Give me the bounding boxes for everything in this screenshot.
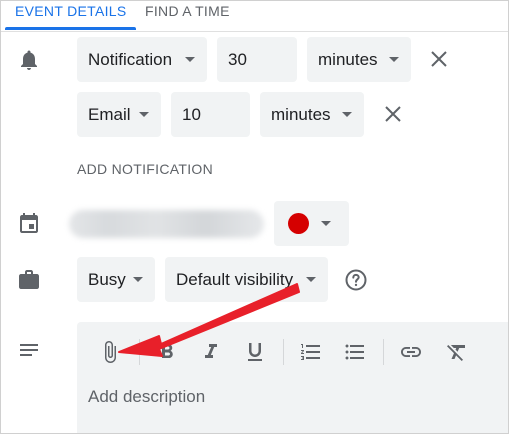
notes-icon [17, 339, 41, 363]
attachment-button[interactable] [98, 340, 122, 364]
notification-unit-value: minutes [318, 49, 378, 69]
description-editor[interactable]: Add description [77, 322, 508, 433]
close-icon [385, 106, 401, 122]
chevron-down-icon [306, 277, 316, 282]
notification-method-select[interactable]: Notification [77, 37, 207, 82]
paperclip-icon [105, 341, 116, 363]
remove-notification-button[interactable] [428, 48, 450, 70]
toolbar-divider [383, 339, 384, 365]
chevron-down-icon [133, 277, 143, 282]
bold-button[interactable] [155, 340, 179, 364]
close-icon [431, 51, 447, 67]
notification-amount-input[interactable]: 30 [217, 37, 297, 82]
description-placeholder[interactable]: Add description [88, 387, 205, 407]
calendar-owner-email-redacted [69, 210, 264, 238]
notification-method-select[interactable]: Email [77, 92, 161, 137]
add-notification-button[interactable]: ADD NOTIFICATION [77, 161, 213, 177]
link-icon [401, 347, 421, 357]
tab-bar: EVENT DETAILS FIND A TIME [1, 1, 508, 32]
help-icon[interactable] [344, 268, 368, 292]
notification-amount-value: 30 [228, 49, 247, 69]
bell-icon [17, 48, 41, 72]
visibility-value: Default visibility [176, 269, 294, 289]
chevron-down-icon [139, 112, 149, 117]
toolbar-divider [139, 339, 140, 365]
active-tab-indicator [5, 27, 136, 30]
chevron-down-icon [321, 221, 331, 226]
bulleted-list-button[interactable] [343, 340, 367, 364]
notification-amount-value: 10 [182, 104, 201, 124]
briefcase-icon [17, 268, 41, 292]
chevron-down-icon [389, 57, 399, 62]
numbered-list-button[interactable] [299, 340, 323, 364]
event-color-swatch [288, 213, 309, 234]
notification-amount-input[interactable]: 10 [171, 92, 250, 137]
toolbar-divider [283, 339, 284, 365]
remove-formatting-button[interactable] [445, 340, 469, 364]
bold-icon [162, 344, 173, 358]
clear-formatting-icon [447, 345, 465, 361]
notification-unit-value: minutes [271, 104, 331, 124]
numbered-list-icon [301, 344, 320, 360]
bulleted-list-icon [345, 344, 364, 360]
availability-select[interactable]: Busy [77, 257, 155, 302]
event-details-panel: EVENT DETAILS FIND A TIME Notification 3… [0, 0, 509, 434]
tab-find-a-time[interactable]: FIND A TIME [145, 3, 230, 19]
visibility-select[interactable]: Default visibility [165, 257, 328, 302]
calendar-icon [17, 212, 41, 236]
italic-icon [205, 344, 217, 358]
chevron-down-icon [342, 112, 352, 117]
underline-icon [248, 343, 262, 361]
chevron-down-icon [185, 57, 195, 62]
underline-button[interactable] [243, 340, 267, 364]
italic-button[interactable] [199, 340, 223, 364]
insert-link-button[interactable] [399, 340, 423, 364]
availability-value: Busy [88, 269, 126, 289]
notification-method-value: Email [88, 104, 131, 124]
remove-notification-button[interactable] [382, 103, 404, 125]
notification-unit-select[interactable]: minutes [307, 37, 411, 82]
notification-unit-select[interactable]: minutes [260, 92, 364, 137]
event-color-select[interactable] [274, 201, 349, 246]
notification-method-value: Notification [88, 49, 173, 69]
tab-event-details[interactable]: EVENT DETAILS [15, 3, 127, 19]
